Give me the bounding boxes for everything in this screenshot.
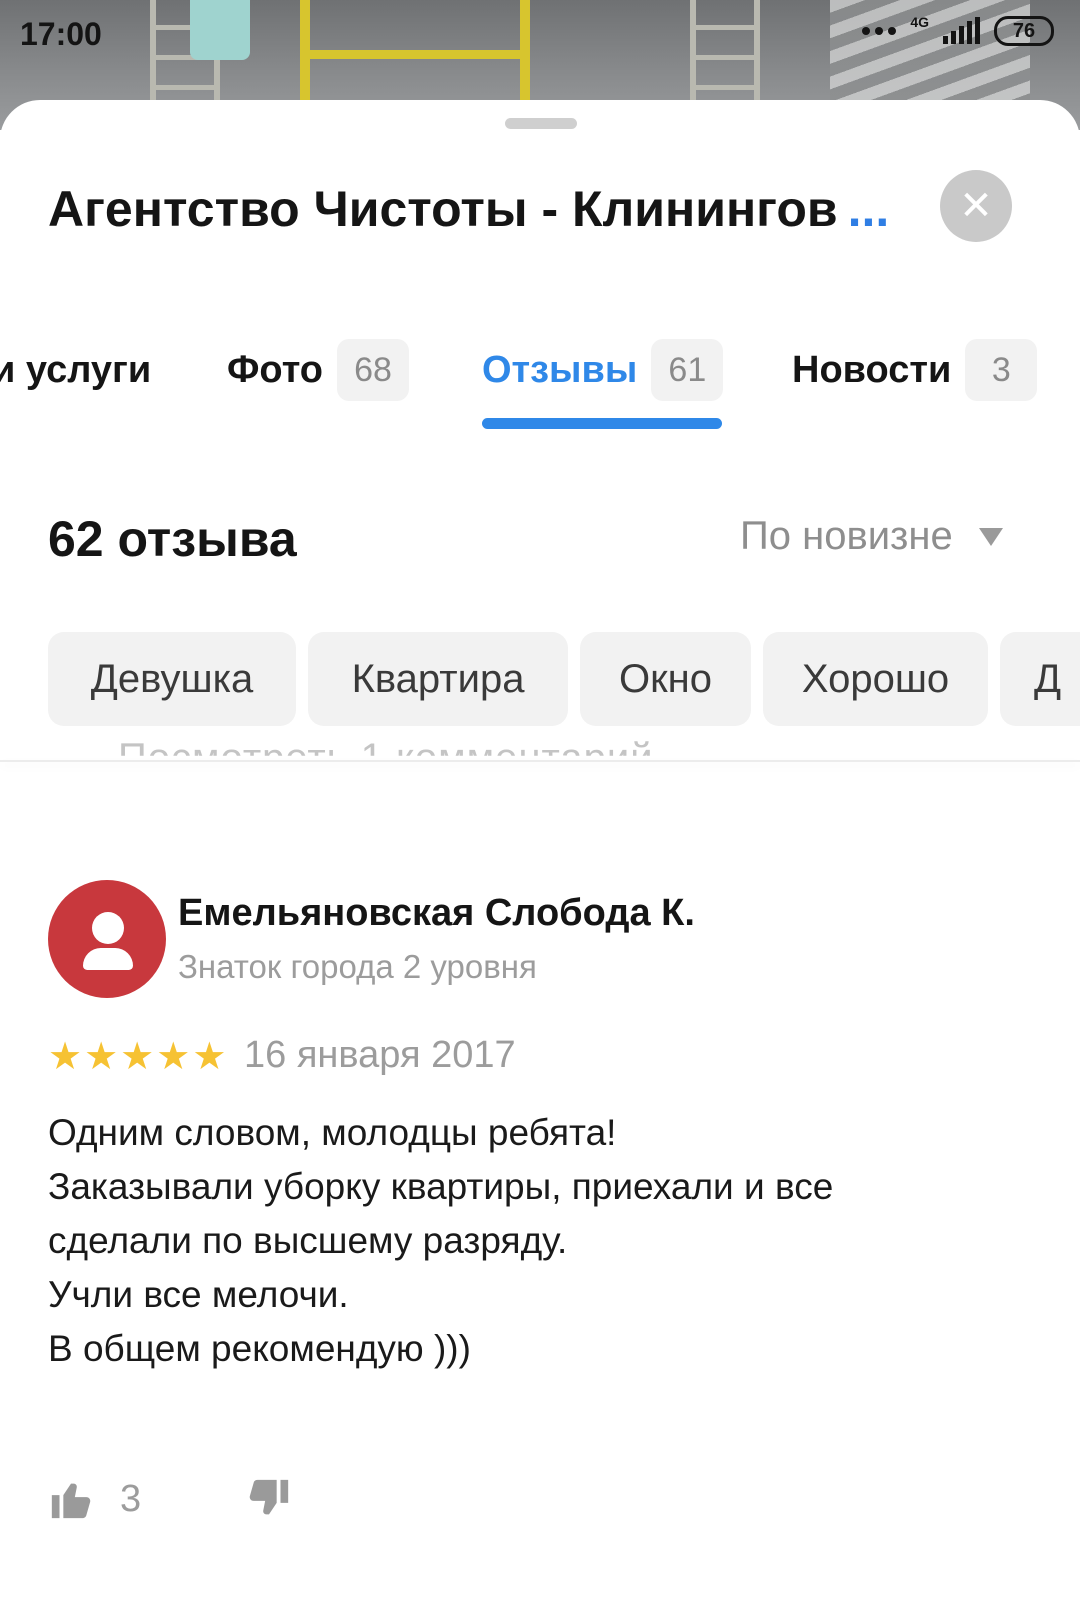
tab-news[interactable]: Новости 3 xyxy=(792,338,1038,402)
chip-keyword[interactable]: Квартира xyxy=(308,632,568,726)
star-icon: ★ xyxy=(84,1036,119,1078)
reviews-count: 62 отзыва xyxy=(48,511,297,567)
chip-keyword[interactable]: Хорошо xyxy=(763,632,988,726)
page-title: Агентство Чистоты - Клинингов... xyxy=(48,180,889,238)
tab-count-badge: 61 xyxy=(651,339,724,401)
sheet-grabber[interactable] xyxy=(505,118,577,129)
network-label: 4G xyxy=(910,14,929,30)
user-icon xyxy=(92,912,124,944)
organization-name: Агентство Чистоты - Клинингов xyxy=(48,181,838,237)
review-line: Одним словом, молодцы ребята! xyxy=(48,1112,617,1153)
thumbs-up-icon xyxy=(51,1483,91,1519)
triangle-down-icon xyxy=(978,527,1003,546)
user-icon-body xyxy=(83,948,133,970)
tab-label: Новости xyxy=(792,348,952,391)
avatar[interactable] xyxy=(48,880,166,998)
battery-icon: 76 xyxy=(994,16,1054,46)
active-tab-indicator xyxy=(482,418,722,429)
like-button[interactable]: 3 xyxy=(48,1476,141,1522)
dislike-button[interactable] xyxy=(246,1476,292,1527)
star-icon: ★ xyxy=(156,1036,191,1078)
review-text: Одним словом, молодцы ребята! Заказывали… xyxy=(48,1106,1038,1376)
like-count: 3 xyxy=(120,1477,142,1520)
review-author[interactable]: Емельяновская Слобода К. xyxy=(178,892,695,935)
tab-count-badge: 3 xyxy=(965,339,1038,401)
signal-icon xyxy=(943,17,980,44)
review-line: Заказывали уборку квартиры, приехали и в… xyxy=(48,1166,834,1207)
rating-stars: ★ ★ ★ ★ ★ xyxy=(48,1038,226,1076)
close-button[interactable]: ✕ xyxy=(940,170,1012,242)
tabs-bar: и услуги Фото 68 Отзывы 61 Новости 3 xyxy=(0,338,1080,438)
thumbs-down-icon xyxy=(249,1479,289,1515)
more-dots-icon[interactable]: ... xyxy=(848,181,890,237)
sort-dropdown[interactable]: По новизне xyxy=(740,514,1003,559)
tab-photos[interactable]: Фото 68 xyxy=(227,338,410,402)
header-divider xyxy=(0,760,1080,762)
close-icon: ✕ xyxy=(959,184,993,228)
star-icon: ★ xyxy=(48,1036,83,1078)
tab-count-badge: 68 xyxy=(337,339,410,401)
chip-keyword[interactable]: Д xyxy=(1000,632,1080,726)
bottom-sheet: Агентство Чистоты - Клинингов... ✕ и усл… xyxy=(0,100,1080,1601)
more-notifications-icon xyxy=(862,27,897,35)
keyword-chips: Девушка Квартира Окно Хорошо Д xyxy=(48,632,1080,726)
review-date: 16 января 2017 xyxy=(244,1034,516,1076)
review-line: В общем рекомендую ))) xyxy=(48,1328,471,1369)
author-level: Знаток города 2 уровня xyxy=(178,948,537,985)
tab-reviews[interactable]: Отзывы 61 xyxy=(482,338,724,402)
star-icon: ★ xyxy=(192,1036,227,1078)
sort-label: По новизне xyxy=(740,514,953,558)
star-icon: ★ xyxy=(120,1036,155,1078)
show-comments-link[interactable]: Посмотреть 1 комментарий xyxy=(118,736,654,756)
tab-services[interactable]: и услуги xyxy=(0,338,151,402)
status-time: 17:00 xyxy=(20,16,102,52)
tab-label: Фото xyxy=(227,348,324,391)
status-bar: 17:00 4G 76 xyxy=(0,0,1080,72)
tab-label: и услуги xyxy=(0,348,152,391)
status-icons: 4G 76 xyxy=(862,14,1054,46)
review-line: Учли все мелочи. xyxy=(48,1274,349,1315)
review-line: сделали по высшему разряду. xyxy=(48,1220,568,1261)
tab-label: Отзывы xyxy=(482,348,638,391)
chip-keyword[interactable]: Девушка xyxy=(48,632,296,726)
chip-keyword[interactable]: Окно xyxy=(580,632,751,726)
